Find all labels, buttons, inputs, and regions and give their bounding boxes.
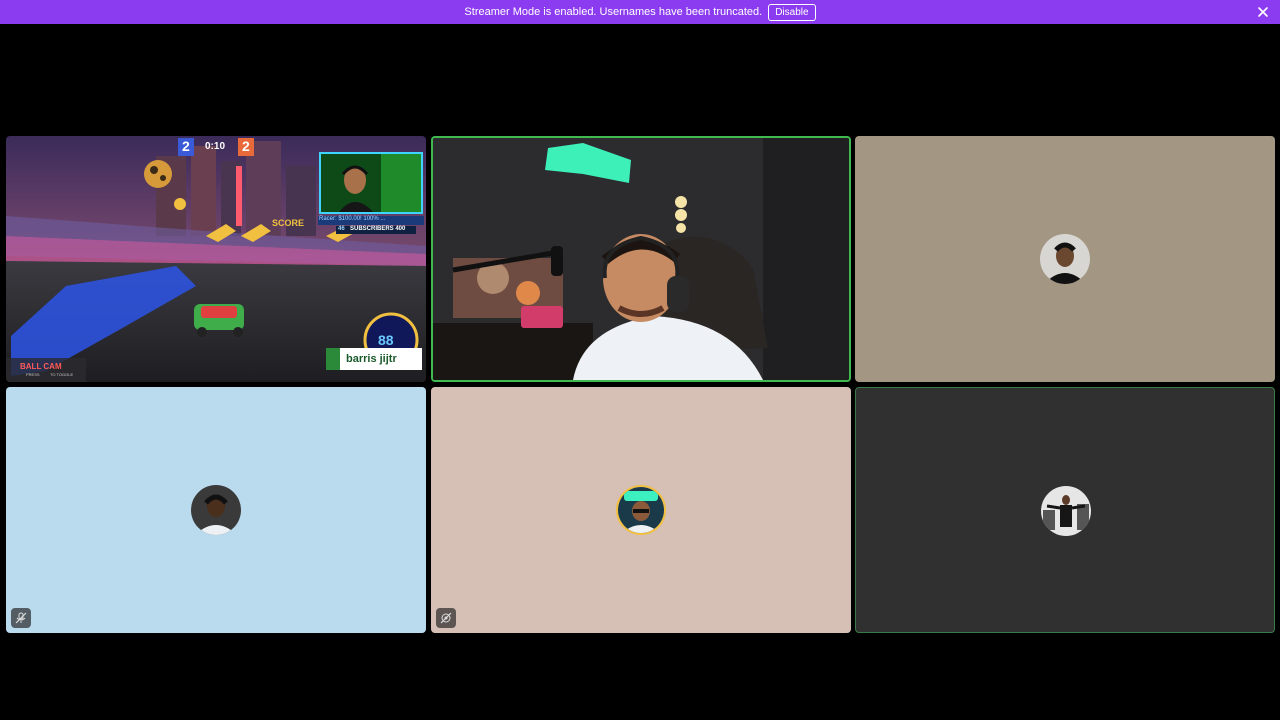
match-clock: 0:10 — [205, 141, 226, 152]
streamer-cam-inset — [319, 152, 423, 214]
streamer-mode-banner: Streamer Mode is enabled. Usernames have… — [0, 0, 1280, 24]
participant-avatar — [191, 485, 241, 535]
streamer-mode-text: Streamer Mode is enabled. Usernames have… — [464, 6, 763, 18]
score-left: 2 — [182, 138, 190, 154]
streamer-cam-image — [321, 154, 421, 212]
participant-tile-6[interactable] — [855, 387, 1275, 633]
score-right: 2 — [242, 138, 250, 154]
participant-tile-3[interactable] — [855, 136, 1275, 382]
participant-avatar — [616, 485, 666, 535]
score-label: SCORE — [272, 218, 305, 228]
webcam-video — [433, 138, 849, 380]
player-tag: barris jijtr — [346, 353, 397, 365]
camera-off-icon[interactable] — [436, 608, 456, 628]
mic-muted-icon[interactable] — [11, 608, 31, 628]
subscribers-label: SUBSCRIBERS 400 — [350, 226, 406, 232]
close-icon[interactable] — [1256, 5, 1270, 19]
participant-avatar — [1041, 486, 1091, 536]
speed-readout: 88 — [378, 332, 394, 348]
participant-tile-4[interactable] — [6, 387, 426, 633]
ball-cam-label: BALL CAM — [20, 362, 62, 371]
participant-tile-5[interactable] — [431, 387, 851, 633]
webcam-tile[interactable] — [431, 136, 851, 382]
disable-streamer-mode-button[interactable]: Disable — [768, 3, 816, 21]
screen-share-tile[interactable]: 2 0:10 2 SCORE Racer: $100.00! 100% ... … — [6, 136, 426, 382]
ball-cam-hint-2: TO TOGGLE — [50, 372, 74, 377]
ball-cam-hint: PRESS — [26, 372, 40, 377]
ticker-text: Racer: $100.00! 100% ... — [319, 216, 386, 222]
subscriber-count: 46 — [338, 226, 345, 232]
participant-avatar — [1040, 234, 1090, 284]
